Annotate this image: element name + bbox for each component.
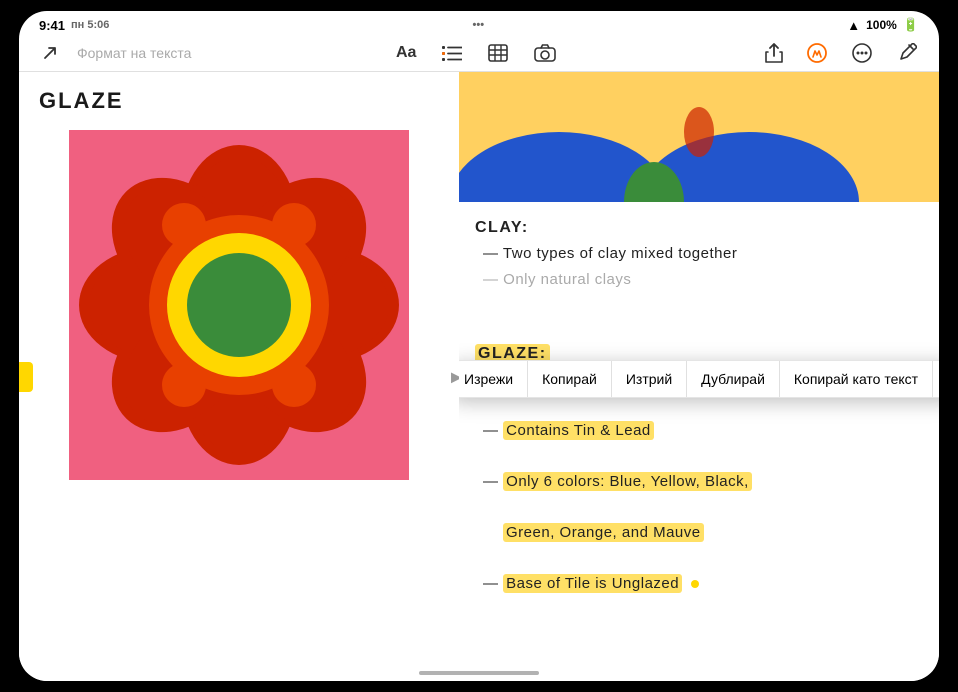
note-title: GLAZE xyxy=(39,88,439,114)
clay-bullet2: — Only natural clays xyxy=(475,267,923,293)
ink-cursor xyxy=(691,580,699,588)
font-icon: Aa xyxy=(396,44,416,62)
camera-button[interactable] xyxy=(530,42,560,64)
status-left: 9:41 пн 5:06 xyxy=(39,18,109,33)
wifi-icon: ▲ xyxy=(847,18,860,33)
share-button[interactable] xyxy=(761,41,787,65)
markup-button[interactable] xyxy=(803,41,831,65)
handwritten-notes: CLAY: — Two types of clay mixed together… xyxy=(475,214,923,292)
status-bar: 9:41 пн 5:06 ••• ▲ 100% 🔋 xyxy=(19,11,939,37)
ampm: пн 5:06 xyxy=(71,19,109,31)
collapse-button[interactable] xyxy=(37,42,63,64)
toolbar-center: Aa xyxy=(392,42,560,64)
battery-percent: 100% xyxy=(866,18,897,32)
glaze-b4-highlighted: Base of Tile is Unglazed xyxy=(503,574,682,593)
ipad-frame: 9:41 пн 5:06 ••• ▲ 100% 🔋 Формат на текс… xyxy=(19,11,939,681)
context-copy[interactable]: Копирай xyxy=(528,361,612,397)
status-center: ••• xyxy=(473,19,485,31)
status-dots: ••• xyxy=(473,19,485,31)
glaze-bullet3: — Only 6 colors: Blue, Yellow, Black, xyxy=(475,469,923,495)
battery-icon: 🔋 xyxy=(903,17,919,33)
clay-bullet1: — Two types of clay mixed together xyxy=(475,241,923,267)
context-more[interactable]: › xyxy=(933,361,939,397)
clay-title: CLAY: xyxy=(475,219,529,236)
status-right: ▲ 100% 🔋 xyxy=(847,17,919,33)
flower-artwork xyxy=(69,130,409,480)
list-button[interactable] xyxy=(438,42,466,64)
home-indicator xyxy=(419,671,539,675)
font-button[interactable]: Aa xyxy=(392,42,420,64)
right-panel: CLAY: — Two types of clay mixed together… xyxy=(459,72,939,681)
top-image-strip xyxy=(459,72,939,202)
context-copy-as-text[interactable]: Копирай като текст xyxy=(780,361,933,397)
context-menu: Изрежи Копирай Изтрий Дублирай Копирай к… xyxy=(459,360,939,398)
glaze-b3b-highlighted: Green, Orange, and Mauve xyxy=(503,523,704,542)
compose-button[interactable] xyxy=(893,41,921,65)
glaze-b3-highlighted: Only 6 colors: Blue, Yellow, Black, xyxy=(503,472,752,491)
table-button[interactable] xyxy=(484,42,512,64)
notes-area: CLAY: — Two types of clay mixed together… xyxy=(459,202,939,609)
context-duplicate[interactable]: Дублирай xyxy=(687,361,780,397)
context-delete[interactable]: Изтрий xyxy=(612,361,687,397)
glaze-bullet2: — Contains Tin & Lead xyxy=(475,418,923,444)
glaze-bullet4: — Base of Tile is Unglazed xyxy=(475,571,923,597)
more-button[interactable] xyxy=(847,41,877,65)
left-tab[interactable] xyxy=(19,362,33,392)
context-cut[interactable]: Изрежи xyxy=(459,361,528,397)
toolbar-right xyxy=(761,41,921,65)
glaze-bullet3b: Green, Orange, and Mauve xyxy=(475,520,923,546)
time: 9:41 xyxy=(39,18,65,33)
toolbar-left: Формат на текста xyxy=(37,42,191,64)
toolbar: Формат на текста Aa xyxy=(19,37,939,72)
main-content: GLAZE xyxy=(19,72,939,681)
glaze-b2-highlighted: Contains Tin & Lead xyxy=(503,421,654,440)
format-label: Формат на текста xyxy=(77,45,191,61)
left-panel: GLAZE xyxy=(19,72,459,681)
